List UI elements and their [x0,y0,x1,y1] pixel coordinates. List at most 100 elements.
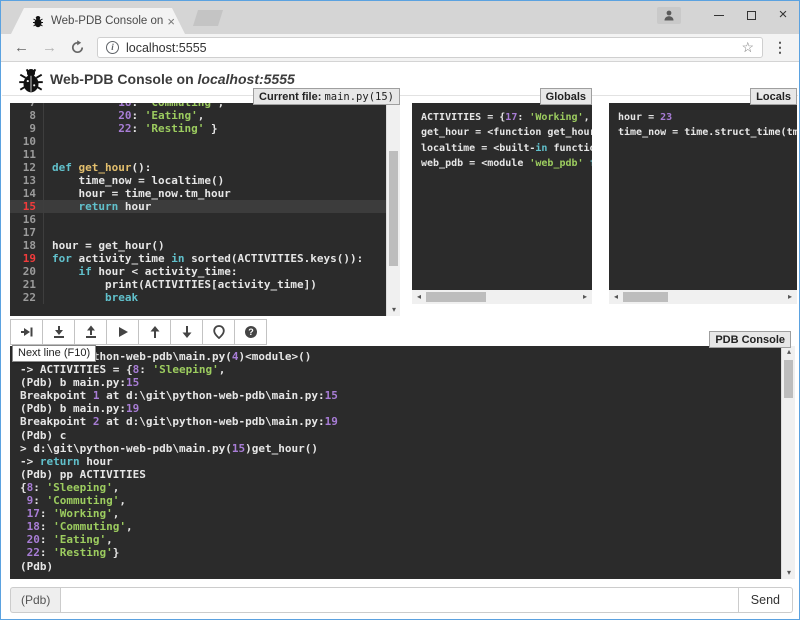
svg-text:?: ? [248,327,254,337]
console-line: > d:\git\python-web-pdb\main.py(4)<modul… [20,350,771,363]
pdb-prompt-label: (Pdb) [10,587,60,613]
line-number[interactable]: 21 [10,278,44,291]
locals-scrollbar[interactable]: ◂ ▸ [609,290,797,304]
globals-label: Globals [540,88,592,105]
send-button[interactable]: Send [739,587,793,613]
line-number[interactable]: 8 [10,109,44,122]
code-line: 19for activity_time in sorted(ACTIVITIES… [10,252,386,265]
line-number[interactable]: 12 [10,161,44,174]
refresh-icon[interactable] [70,40,85,55]
console-line: (Pdb) pp ACTIVITIES [20,468,771,481]
globals-panel: Globals ACTIVITIES = {17: 'Working', 18:… [412,103,592,290]
code-text: def get_hour(): [44,161,151,174]
help-button[interactable]: ? [234,319,267,345]
breakpoint-line-number[interactable]: 19 [10,252,44,265]
console-line: > d:\git\python-web-pdb\main.py(15)get_h… [20,442,771,455]
console-line: Breakpoint 1 at d:\git\python-web-pdb\ma… [20,389,771,402]
profile-button[interactable] [657,7,681,24]
continue-button[interactable] [106,319,139,345]
forward-icon[interactable]: → [42,40,57,55]
globals-scrollbar[interactable]: ◂ ▸ [412,290,592,304]
code-line: 20 if hour < activity_time: [10,265,386,278]
where-button[interactable] [202,319,235,345]
line-number[interactable]: 10 [10,135,44,148]
console-line: {8: 'Sleeping', [20,481,771,494]
console-scrollbar-thumb[interactable] [784,360,793,398]
browser-window: Web-PDB Console on lo × × ← → i localhos… [0,0,800,620]
scroll-down-icon[interactable]: ▾ [782,567,796,579]
code-line: 14 hour = time_now.tm_hour [10,187,386,200]
breakpoint-line-number[interactable]: 15 [10,200,44,213]
line-number[interactable]: 9 [10,122,44,135]
scroll-down-icon[interactable]: ▾ [387,304,401,316]
app-header: Web-PDB Console on localhost:5555 [2,63,798,96]
console-line: 17: 'Working', [20,507,771,520]
line-number[interactable]: 22 [10,291,44,304]
maximize-button[interactable] [735,1,767,29]
browser-toolbar: ← → i localhost:5555 ☆ ⋮ [1,34,799,62]
down-button[interactable] [170,319,203,345]
code-text: hour = get_hour() [44,239,165,252]
page-title: Web-PDB Console on localhost:5555 [50,71,295,87]
code-text: 20: 'Eating', [44,109,204,122]
code-text: for activity_time in sorted(ACTIVITIES.k… [44,252,363,265]
minimize-button[interactable] [703,1,735,29]
pdb-console-label: PDB Console [709,331,791,348]
console-line: ACTIVITIES = {17: 'Working', 18: ' [421,110,583,125]
current-file-name: main.py(15) [324,91,394,103]
info-icon[interactable]: i [106,41,119,54]
scroll-left-icon[interactable]: ◂ [609,290,623,304]
globals-content: ACTIVITIES = {17: 'Working', 18: 'get_ho… [412,103,592,290]
close-button[interactable]: × [767,1,799,29]
code-line: 11 [10,148,386,161]
code-line: 10 [10,135,386,148]
pdb-command-input[interactable] [60,587,738,613]
code-text [44,226,52,239]
help-icon: ? [244,325,258,339]
code-text [44,213,52,226]
line-number[interactable]: 11 [10,148,44,161]
browser-tab[interactable]: Web-PDB Console on lo × [11,8,185,34]
locals-scrollbar-thumb[interactable] [623,292,668,302]
step-out-button[interactable] [74,319,107,345]
code-line: 15 return hour [10,200,386,213]
code-text [44,148,52,161]
tab-close-icon[interactable]: × [167,15,175,28]
back-icon[interactable]: ← [14,40,29,55]
scroll-right-icon[interactable]: ▸ [578,290,592,304]
person-icon [664,10,674,21]
next-line-button[interactable] [10,319,43,345]
console-line: 9: 'Commuting', [20,494,771,507]
line-number[interactable]: 17 [10,226,44,239]
up-button[interactable] [138,319,171,345]
line-number[interactable]: 16 [10,213,44,226]
locals-label: Locals [750,88,797,105]
next-line-icon [20,325,34,339]
code-line: 18hour = get_hour() [10,239,386,252]
new-tab-button[interactable] [193,10,223,26]
editor-scrollbar[interactable]: ▾ [386,103,400,316]
console-line: Breakpoint 2 at d:\git\python-web-pdb\ma… [20,415,771,428]
address-bar[interactable]: i localhost:5555 ☆ [97,37,763,58]
line-number[interactable]: 18 [10,239,44,252]
console-line: 18: 'Commuting', [20,520,771,533]
code-line: 13 time_now = localtime() [10,174,386,187]
line-number[interactable]: 20 [10,265,44,278]
locals-content: hour = 23time_now = time.struct_time(tm_… [609,103,797,290]
line-number[interactable]: 13 [10,174,44,187]
web-pdb-app: Web-PDB Console on localhost:5555 Curren… [2,63,798,618]
scroll-left-icon[interactable]: ◂ [412,290,426,304]
console-output[interactable]: > d:\git\python-web-pdb\main.py(4)<modul… [10,346,781,579]
bookmark-star-icon[interactable]: ☆ [741,39,754,56]
scroll-right-icon[interactable]: ▸ [783,290,797,304]
code-editor[interactable]: 7 18: 'Commuting',8 20: 'Eating',9 22: '… [10,103,386,316]
command-input-bar: (Pdb) Send [10,587,793,613]
code-line: 8 20: 'Eating', [10,109,386,122]
line-number[interactable]: 14 [10,187,44,200]
console-scrollbar[interactable]: ▴ ▾ [781,346,795,579]
browser-menu-icon[interactable]: ⋮ [773,39,787,56]
globals-scrollbar-thumb[interactable] [426,292,486,302]
step-into-button[interactable] [42,319,75,345]
bug-logo-icon [16,65,46,95]
editor-scrollbar-thumb[interactable] [389,151,398,266]
